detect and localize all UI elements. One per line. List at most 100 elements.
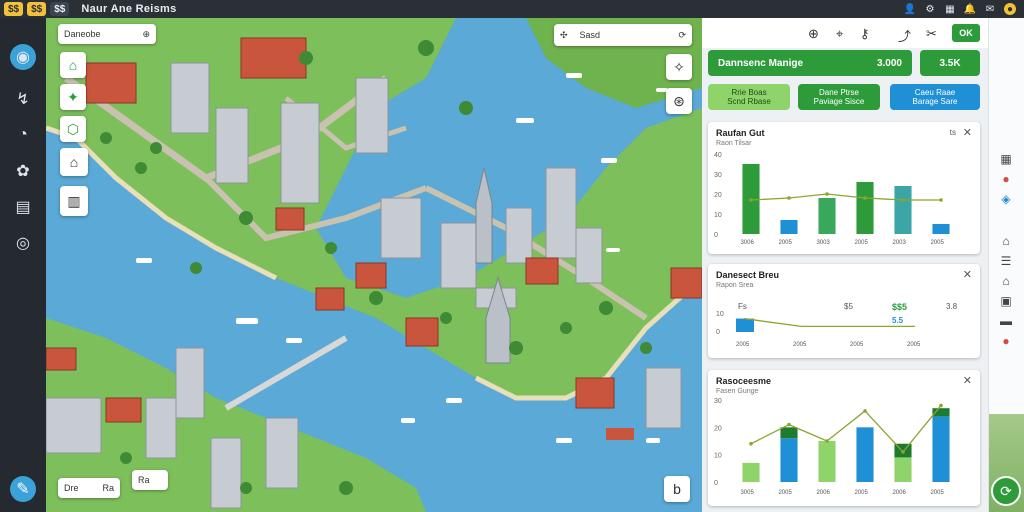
- tool-plant-icon[interactable]: ✦: [60, 84, 86, 110]
- chart-icon[interactable]: ⤴: [898, 26, 911, 45]
- panel-toolbar: ⊕ ⌖ ⚷ ⤴ ✂ OK: [702, 18, 988, 48]
- chart1-xlabel: 2005: [930, 240, 944, 246]
- tools-icon[interactable]: ✂: [926, 26, 937, 42]
- chart1-xlabel: 2005: [778, 240, 792, 246]
- water-icon[interactable]: ◈: [998, 192, 1014, 206]
- tag-icon[interactable]: ⌖: [836, 26, 843, 42]
- power-icon[interactable]: ●: [998, 334, 1014, 348]
- map-search-chip[interactable]: Daneobe ⊕: [58, 24, 156, 44]
- chart3-xlabel: 2006: [816, 490, 830, 496]
- person-icon[interactable]: 👤: [904, 3, 916, 15]
- chart1-line: [750, 193, 941, 201]
- chart3-bar: [818, 441, 836, 482]
- compass-icon[interactable]: ✧: [666, 54, 692, 80]
- sub-button-2-line2: Paviage Sisce: [813, 97, 865, 106]
- chart1-xlabel: 3006: [740, 240, 754, 246]
- tool-house-icon[interactable]: ⌂: [60, 148, 88, 176]
- chart3-svg: 30 20 10 0 3005 2005 2006 2005 2006 2005: [714, 398, 950, 496]
- city-map[interactable]: Daneobe ⊕ ✣ Sasd ⟳ ⌂ ✦ ⬡ ⌂ ▥ ✧ ⊛ Dre Ra …: [46, 18, 702, 512]
- chart3-ytick: 20: [714, 425, 722, 432]
- map-legend-chip-b[interactable]: Ra: [132, 470, 168, 490]
- gear-icon[interactable]: ⚙: [924, 3, 936, 15]
- chart3-bar: [932, 416, 950, 482]
- left-toolbar: ◉ ↯ ◔ ✿ ▤ ◎ ✎: [0, 18, 46, 512]
- budget-title: Dannsenc Manige: [718, 57, 804, 69]
- chart3-xlabel: 2005: [930, 490, 944, 496]
- sub-button-2[interactable]: Dane Ptrse Paviage Sisce: [798, 84, 880, 110]
- chart1-bar: [856, 182, 874, 234]
- chart1-bar: [818, 198, 836, 234]
- tool-build-icon[interactable]: ⌂: [60, 52, 86, 78]
- sub-button-3[interactable]: Caeu Raae Barage Sare: [890, 84, 980, 110]
- mail-icon[interactable]: ✉: [984, 3, 996, 15]
- target-icon[interactable]: ◎: [10, 230, 36, 256]
- timer-icon[interactable]: ◔: [10, 122, 36, 148]
- sub-button-1-line1: Rrie Boas: [731, 88, 767, 97]
- currency-pill-2[interactable]: $$: [27, 2, 47, 16]
- legend-value-a: Ra: [102, 483, 114, 493]
- camera-icon[interactable]: ▣: [998, 294, 1014, 308]
- factory-icon[interactable]: ⌂: [998, 234, 1014, 248]
- chart2-xlabel: 2005: [850, 342, 864, 348]
- chart3-xlabel: 3005: [740, 490, 754, 496]
- map-legend-chip-a[interactable]: Dre Ra: [58, 478, 120, 498]
- chart1-bar: [932, 224, 950, 234]
- sub-button-3-line2: Barage Sare: [912, 97, 958, 106]
- key-icon[interactable]: ⚷: [860, 26, 870, 42]
- sub-button-1-line2: Scnd Rbase: [727, 97, 771, 106]
- route-icon[interactable]: ↯: [10, 86, 36, 112]
- chart-card-3: Rasoceesme Fasen Gunge ✕ 30 20 10 0 3005 2005…: [708, 370, 980, 506]
- clipboard-icon[interactable]: ▤: [10, 194, 36, 220]
- car-icon[interactable]: ▬: [998, 314, 1014, 328]
- bell-icon[interactable]: 🔔: [964, 3, 976, 15]
- grid-icon[interactable]: ▦: [944, 3, 956, 15]
- game-title: Naur Ane Reisms: [81, 3, 177, 15]
- sub-button-2-line1: Dane Ptrse: [818, 88, 860, 97]
- brand-logo-icon[interactable]: ◉: [10, 44, 36, 70]
- currency-pill-3[interactable]: $$: [50, 2, 70, 16]
- locate-icon[interactable]: ⊛: [666, 88, 692, 114]
- minimap-toggle-icon[interactable]: ⟳: [991, 476, 1021, 506]
- chart3-bar: [742, 462, 760, 482]
- chart1-ytick: 20: [714, 192, 722, 199]
- sub-button-1[interactable]: Rrie Boas Scnd Rbase: [708, 84, 790, 110]
- side-value: 3.5K: [939, 57, 961, 69]
- profile-icon[interactable]: ●: [1004, 3, 1016, 15]
- chart1-xlabel: 3003: [816, 240, 830, 246]
- chart3-bar: [780, 438, 798, 482]
- legend-label-b: Ra: [138, 475, 150, 485]
- chart3-ytick: 0: [714, 480, 718, 487]
- top-bar: $$ $$ $$ Naur Ane Reisms 👤 ⚙ ▦ 🔔 ✉ ●: [0, 0, 1024, 18]
- chart2-xlabel: 2005: [907, 342, 921, 348]
- globe-icon[interactable]: ⊕: [808, 26, 819, 42]
- chart1-bar: [894, 186, 912, 234]
- pen-icon[interactable]: ✎: [10, 476, 36, 502]
- panel-ok-button[interactable]: OK: [952, 24, 980, 42]
- home-icon[interactable]: ⌂: [998, 274, 1014, 288]
- sub-button-3-line1: Caeu Raae: [914, 88, 956, 97]
- chart3-bar: [856, 427, 874, 482]
- side-value-banner[interactable]: 3.5K: [920, 50, 980, 76]
- tool-factory-icon[interactable]: ▥: [60, 186, 88, 216]
- budget-value: 3.000: [876, 57, 902, 69]
- chart2-ytick: 0: [716, 329, 720, 336]
- chart1-xlabel: 2005: [854, 240, 868, 246]
- chart3-ytick: 10: [714, 453, 722, 460]
- chart2-xlabel: 2005: [793, 342, 807, 348]
- map-canvas[interactable]: [46, 18, 702, 512]
- map-filter-chip[interactable]: ✣ Sasd ⟳: [554, 24, 692, 46]
- layers-icon[interactable]: ▦: [998, 152, 1014, 166]
- chart2-svg: 10 0 2005 2005 2005 2005: [716, 311, 921, 348]
- tool-zone-icon[interactable]: ⬡: [60, 116, 86, 142]
- alert-icon[interactable]: ●: [998, 172, 1014, 186]
- list-icon[interactable]: ☰: [998, 254, 1014, 268]
- currency-pill-1[interactable]: $$: [4, 2, 24, 16]
- map-zoom-label: b: [673, 481, 681, 497]
- map-search-label: Daneobe: [64, 29, 101, 39]
- legend-label-a: Dre: [64, 483, 79, 493]
- chart3-bar: [894, 457, 912, 482]
- settings-icon[interactable]: ✿: [10, 158, 36, 184]
- chart2-bar: [736, 318, 754, 332]
- budget-banner[interactable]: Dannsenc Manige 3.000: [708, 50, 912, 76]
- map-zoom-button[interactable]: b: [664, 476, 690, 502]
